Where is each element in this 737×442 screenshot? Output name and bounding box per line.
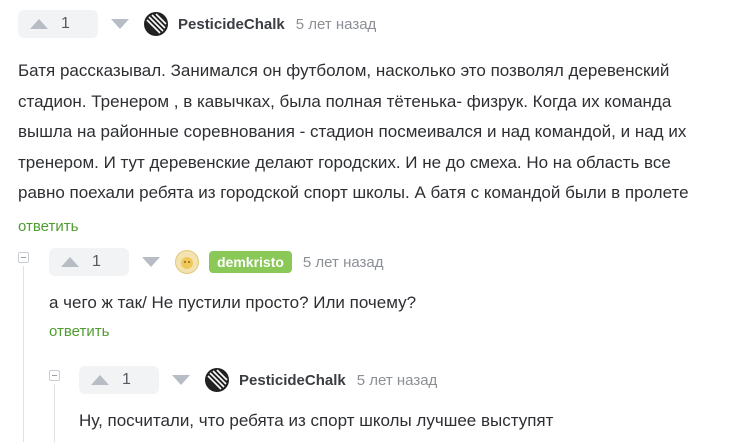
comment-text: Ну, посчитали, что ребята из спорт школы…: [79, 411, 554, 430]
collapse-thread-button[interactable]: [18, 252, 29, 263]
avatar[interactable]: [144, 12, 168, 36]
comment-header: 1 PesticideChalk 5 лет назад: [18, 8, 730, 40]
author-name[interactable]: demkristo: [209, 251, 292, 273]
thread-line: [23, 266, 24, 442]
comment-header: 1 demkristo 5 лет назад: [49, 246, 729, 278]
thread-line: [54, 384, 55, 442]
downvote-button[interactable]: [98, 19, 142, 29]
downvote-button[interactable]: [159, 375, 203, 385]
reply-link[interactable]: ответить: [49, 323, 729, 340]
comment-time[interactable]: 5 лет назад: [303, 254, 384, 271]
vote-count: 1: [92, 253, 101, 270]
avatar-face-icon: [181, 257, 193, 269]
comment-header: 1 PesticideChalk 5 лет назад: [79, 364, 729, 396]
arrow-up-icon[interactable]: [30, 19, 48, 29]
comment-1: 1 PesticideChalk 5 лет назад Батя расска…: [18, 8, 730, 235]
avatar[interactable]: [175, 250, 199, 274]
comment-2: 1 demkristo 5 лет назад а чего ж так/ Не…: [49, 246, 729, 340]
author-name[interactable]: PesticideChalk: [239, 372, 346, 389]
arrow-down-icon[interactable]: [172, 375, 190, 385]
arrow-down-icon[interactable]: [111, 19, 129, 29]
arrow-down-icon[interactable]: [142, 257, 160, 267]
downvote-button[interactable]: [129, 257, 173, 267]
arrow-up-icon[interactable]: [61, 257, 79, 267]
vote-count: 1: [61, 15, 70, 32]
arrow-up-icon[interactable]: [91, 375, 109, 385]
vote-box: 1: [79, 366, 159, 394]
reply-link[interactable]: ответить: [18, 218, 730, 235]
vote-box: 1: [49, 248, 129, 276]
avatar-stripes-icon: [145, 13, 167, 35]
comment-3: 1 PesticideChalk 5 лет назад Ну, посчита…: [79, 364, 729, 437]
vote-box: 1: [18, 10, 98, 38]
author-name[interactable]: PesticideChalk: [178, 16, 285, 33]
comment-time[interactable]: 5 лет назад: [357, 372, 438, 389]
comment-time[interactable]: 5 лет назад: [296, 16, 377, 33]
avatar-stripes-icon: [206, 369, 228, 391]
collapse-thread-button[interactable]: [49, 370, 60, 381]
comment-text: Батя рассказывал. Занимался он футболом,…: [18, 61, 689, 202]
vote-count: 1: [122, 371, 131, 388]
avatar[interactable]: [205, 368, 229, 392]
comment-text: а чего ж так/ Не пустили просто? Или поч…: [49, 293, 417, 312]
